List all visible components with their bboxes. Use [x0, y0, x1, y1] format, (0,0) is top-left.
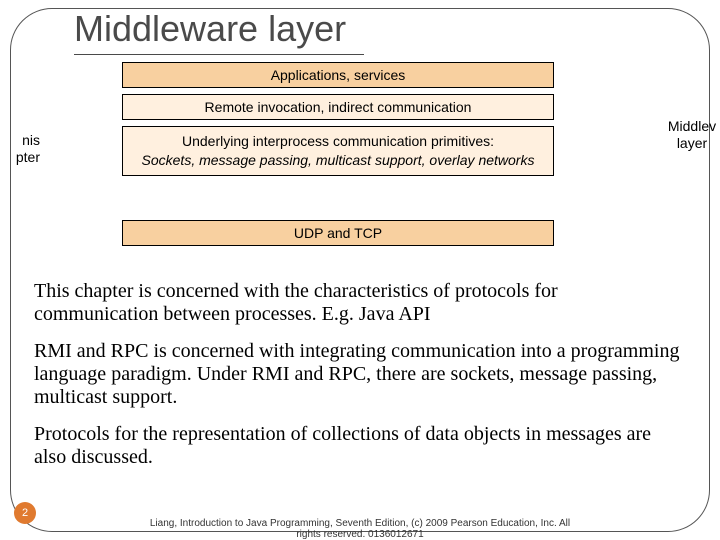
layer-transport: UDP and TCP — [122, 220, 554, 246]
paragraph-1: This chapter is concerned with the chara… — [34, 280, 686, 326]
layer-ipc-line1: Underlying interprocess communication pr… — [129, 132, 547, 151]
layer-ipc: Underlying interprocess communication pr… — [122, 126, 554, 176]
diagram-right-label: Middlev layer — [664, 118, 720, 152]
footer-citation: Liang, Introduction to Java Programming,… — [140, 518, 580, 540]
layer-ipc-line2: Sockets, message passing, multicast supp… — [129, 151, 547, 170]
diagram-right-label-line2: layer — [677, 135, 707, 151]
paragraph-2: RMI and RPC is concerned with integratin… — [34, 340, 686, 409]
slide: Middleware layer Applications, services … — [0, 0, 720, 540]
layers-diagram: Applications, services Remote invocation… — [0, 62, 720, 266]
diagram-left-label-line2: pter — [16, 149, 40, 165]
layer-remote-invocation-label: Remote invocation, indirect communicatio… — [123, 99, 553, 115]
diagram-left-label: nis pter — [0, 132, 40, 166]
layer-applications: Applications, services — [122, 62, 554, 88]
diagram-right-label-line1: Middlev — [668, 118, 716, 134]
page-number: 2 — [22, 507, 28, 519]
layer-stack: Applications, services Remote invocation… — [122, 62, 554, 246]
paragraph-3: Protocols for the representation of coll… — [34, 423, 686, 469]
layer-remote-invocation: Remote invocation, indirect communicatio… — [122, 94, 554, 120]
slide-title: Middleware layer — [74, 8, 346, 50]
layer-transport-label: UDP and TCP — [123, 225, 553, 241]
footer-line2: rights reserved. 0136012671 — [296, 529, 423, 540]
diagram-left-label-line1: nis — [22, 132, 40, 148]
title-underline — [74, 54, 364, 55]
body-text: This chapter is concerned with the chara… — [34, 280, 686, 483]
page-number-badge: 2 — [14, 502, 36, 524]
footer-line1: Liang, Introduction to Java Programming,… — [150, 518, 570, 529]
layer-applications-label: Applications, services — [123, 67, 553, 83]
